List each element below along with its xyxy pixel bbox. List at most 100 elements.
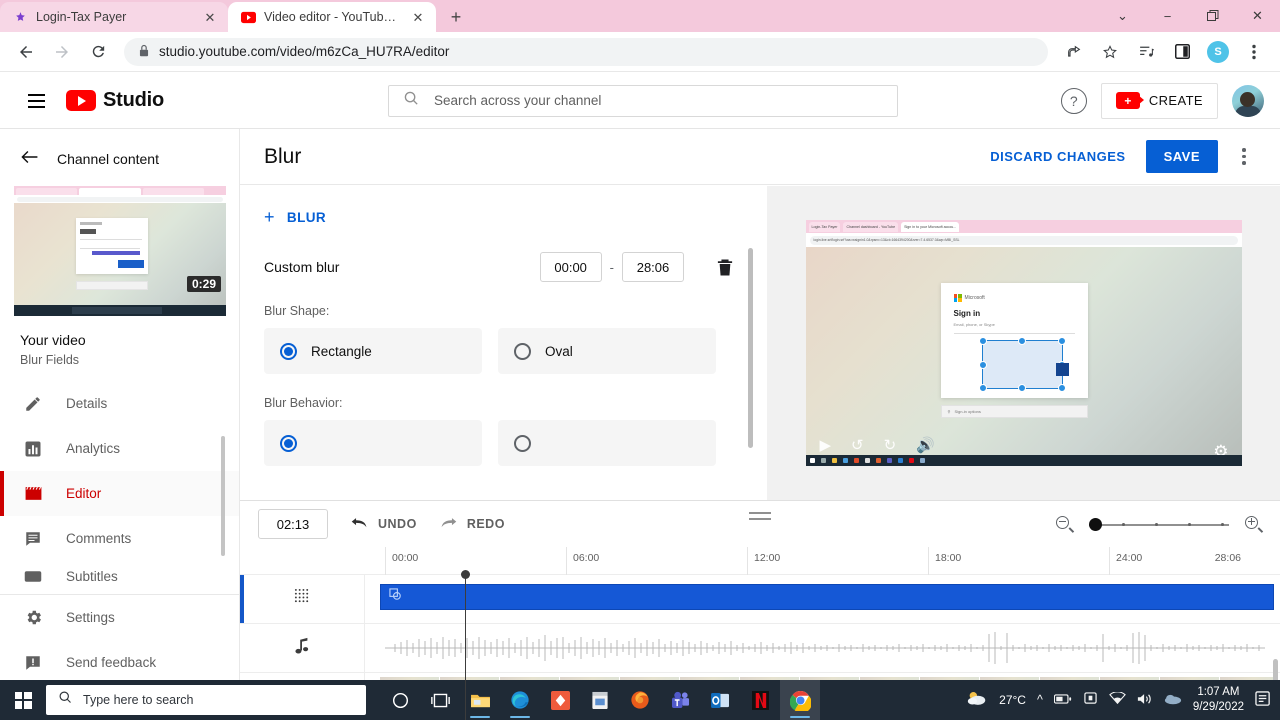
panel-scrollbar[interactable] <box>748 248 753 448</box>
wifi-icon[interactable] <box>1108 691 1126 708</box>
track-body[interactable] <box>365 575 1280 623</box>
vegas-pro-icon[interactable] <box>540 680 580 720</box>
undo-button[interactable]: UNDO <box>350 516 417 532</box>
blur-behavior-option-2[interactable] <box>498 420 716 466</box>
sidebar-item-send-feedback[interactable]: Send feedback <box>0 640 239 680</box>
zoom-in-icon[interactable] <box>1245 515 1264 533</box>
timeline-playhead[interactable] <box>461 570 470 720</box>
kebab-menu-icon[interactable] <box>1232 142 1256 172</box>
firefox-icon[interactable] <box>620 680 660 720</box>
timeline-row-audio[interactable] <box>240 624 1280 673</box>
browser-tab-video-editor[interactable]: Video editor - YouTube Studio ✕ <box>228 2 436 32</box>
sidebar-scrollbar[interactable] <box>221 436 225 556</box>
outlook-icon[interactable] <box>700 680 740 720</box>
back-button[interactable] <box>10 36 42 68</box>
track-body[interactable] <box>365 624 1280 672</box>
create-button[interactable]: + CREATE <box>1100 82 1218 119</box>
discard-changes-button[interactable]: DISCARD CHANGES <box>984 141 1131 172</box>
radio-button[interactable] <box>514 342 531 360</box>
maximize-button[interactable] <box>1190 0 1235 32</box>
browser-tab-login-tax-payer[interactable]: Login-Tax Payer ✕ <box>0 2 228 32</box>
close-icon[interactable]: ✕ <box>410 9 426 25</box>
studio-logo[interactable]: Studio <box>66 89 164 112</box>
resize-handle-tc[interactable] <box>1018 337 1026 345</box>
task-view-icon[interactable] <box>420 680 460 720</box>
add-blur-button[interactable]: + BLUR <box>264 208 736 226</box>
action-center-icon[interactable] <box>1255 690 1272 710</box>
bookmark-star-icon[interactable] <box>1094 36 1126 68</box>
save-button[interactable]: SAVE <box>1145 140 1218 173</box>
sidebar-item-analytics[interactable]: Analytics <box>0 426 239 471</box>
blur-start-time-input[interactable]: 00:00 <box>539 252 602 282</box>
sidepanel-icon[interactable] <box>1166 36 1198 68</box>
sidebar-item-settings[interactable]: Settings <box>0 595 239 640</box>
zoom-slider-knob[interactable] <box>1089 517 1102 531</box>
taskbar-search-input[interactable]: Type here to search <box>46 685 366 715</box>
minimize-button[interactable]: − <box>1145 0 1190 32</box>
google-chrome-icon[interactable] <box>780 680 820 720</box>
sidebar-item-editor[interactable]: Editor <box>0 471 239 516</box>
back-arrow-icon[interactable] <box>20 149 39 168</box>
blur-clip[interactable] <box>380 584 1274 610</box>
trash-icon[interactable] <box>714 258 736 277</box>
partly-cloudy-icon[interactable] <box>966 690 988 711</box>
resize-handle-br[interactable] <box>1057 384 1066 392</box>
resize-handle-tr[interactable] <box>1057 337 1066 345</box>
radio-button[interactable] <box>280 342 297 360</box>
microsoft-store-icon[interactable] <box>580 680 620 720</box>
blur-shape-oval-option[interactable]: Oval <box>498 328 716 374</box>
radio-button[interactable] <box>514 434 531 452</box>
file-explorer-icon[interactable] <box>460 680 500 720</box>
hamburger-icon[interactable] <box>16 81 56 121</box>
drag-handle-icon[interactable] <box>749 512 771 520</box>
resize-handle-ml[interactable] <box>978 360 987 369</box>
blur-behavior-option-1[interactable] <box>264 420 482 466</box>
microsoft-teams-icon[interactable] <box>660 680 700 720</box>
close-icon[interactable]: ✕ <box>202 9 218 25</box>
breadcrumb[interactable]: Channel content <box>0 129 239 186</box>
microsoft-edge-icon[interactable] <box>500 680 540 720</box>
redo-button[interactable]: REDO <box>439 516 505 532</box>
rewind-10-icon[interactable]: ↺ <box>851 438 864 453</box>
kebab-menu-icon[interactable] <box>1238 36 1270 68</box>
blur-selection-box[interactable] <box>978 337 1069 392</box>
drag-square-handle[interactable] <box>1055 363 1069 376</box>
search-input[interactable]: Search across your channel <box>388 84 899 117</box>
show-hidden-icons-chevron[interactable]: ^ <box>1037 693 1043 707</box>
avatar[interactable] <box>1232 84 1264 117</box>
reading-list-icon[interactable] <box>1130 36 1162 68</box>
close-window-button[interactable]: ✕ <box>1235 0 1280 32</box>
play-icon[interactable]: ▶ <box>820 438 832 453</box>
sidebar-item-subtitles[interactable]: Subtitles <box>0 561 239 591</box>
forward-button[interactable] <box>46 36 78 68</box>
new-tab-button[interactable]: + <box>442 3 470 31</box>
video-preview[interactable]: Login-Tax Payer Channel dashboard - YouT… <box>767 186 1280 500</box>
timeline-row-blur[interactable] <box>240 575 1280 624</box>
share-icon[interactable] <box>1058 36 1090 68</box>
sidebar-item-comments[interactable]: Comments <box>0 516 239 561</box>
taskbar-clock[interactable]: 1:07 AM 9/29/2022 <box>1193 685 1244 715</box>
volume-icon[interactable]: 🔊 <box>916 438 935 453</box>
battery-icon[interactable] <box>1053 693 1072 708</box>
resize-handle-bl[interactable] <box>978 384 987 392</box>
weather-temperature[interactable]: 27°C <box>999 693 1026 707</box>
zoom-slider[interactable] <box>1089 516 1229 532</box>
timeline-current-time[interactable]: 02:13 <box>258 509 328 539</box>
cortana-icon[interactable] <box>380 680 420 720</box>
volume-icon[interactable] <box>1137 692 1153 709</box>
help-icon[interactable]: ? <box>1060 87 1087 114</box>
radio-button[interactable] <box>280 434 297 452</box>
blur-end-time-input[interactable]: 28:06 <box>622 252 684 282</box>
onedrive-icon[interactable] <box>1083 692 1098 708</box>
windows-start-icon[interactable] <box>0 680 46 720</box>
timeline-ruler[interactable]: 00:00 06:00 12:00 18:00 24:00 28:06 <box>240 547 1280 575</box>
address-bar[interactable]: studio.youtube.com/video/m6zCa_HU7RA/edi… <box>124 37 1048 66</box>
forward-10-icon[interactable]: ↻ <box>884 438 897 453</box>
cloud-icon[interactable] <box>1164 693 1182 708</box>
netflix-icon[interactable] <box>740 680 780 720</box>
sidebar-item-details[interactable]: Details <box>0 381 239 426</box>
blur-shape-rectangle-option[interactable]: Rectangle <box>264 328 482 374</box>
video-thumbnail[interactable]: 0:29 <box>14 186 226 316</box>
profile-button[interactable]: S <box>1202 36 1234 68</box>
reload-button[interactable] <box>82 36 114 68</box>
